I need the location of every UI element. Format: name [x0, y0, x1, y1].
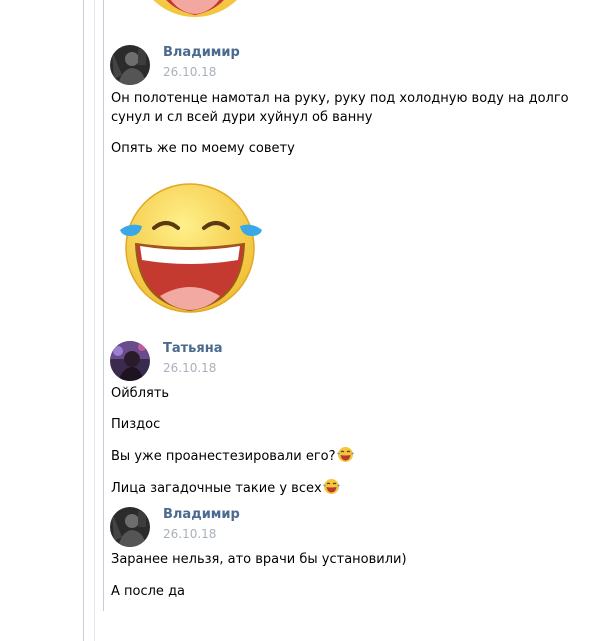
message-text: Лица загадочные такие у всех [111, 478, 551, 498]
message-text: Заранее нельзя, ато врачи бы установили) [111, 552, 407, 567]
message-date[interactable]: 26.10.18 [163, 527, 216, 541]
face-with-tears-of-joy-emoji [322, 478, 340, 495]
message-text: Пиздос [111, 417, 161, 432]
message-text: Ойблять [111, 386, 170, 401]
message-date[interactable]: 26.10.18 [163, 65, 216, 79]
thread-line-inner [103, 0, 104, 611]
message-date[interactable]: 26.10.18 [163, 361, 216, 375]
author-name[interactable]: Владимир [163, 45, 240, 60]
laughing-sticker [120, 178, 262, 320]
message-text: сунул и сл всей дури хуйнул об ванну [111, 110, 373, 125]
face-with-tears-of-joy-emoji [336, 446, 354, 463]
laughing-sticker-top [130, 0, 260, 25]
message-text: А после да [111, 584, 186, 599]
thread-line-middle [94, 0, 95, 641]
avatar[interactable] [110, 507, 150, 547]
avatar[interactable] [110, 45, 150, 85]
message-text: Вы уже проанестезировали его? [111, 446, 551, 466]
author-name[interactable]: Владимир [163, 507, 240, 522]
message-text: Он полотенце намотал на руку, руку под х… [111, 91, 569, 106]
author-name[interactable]: Татьяна [163, 341, 223, 356]
message-text: Опять же по моему совету [111, 141, 295, 156]
avatar[interactable] [110, 341, 150, 381]
thread-line-outer [83, 0, 84, 641]
